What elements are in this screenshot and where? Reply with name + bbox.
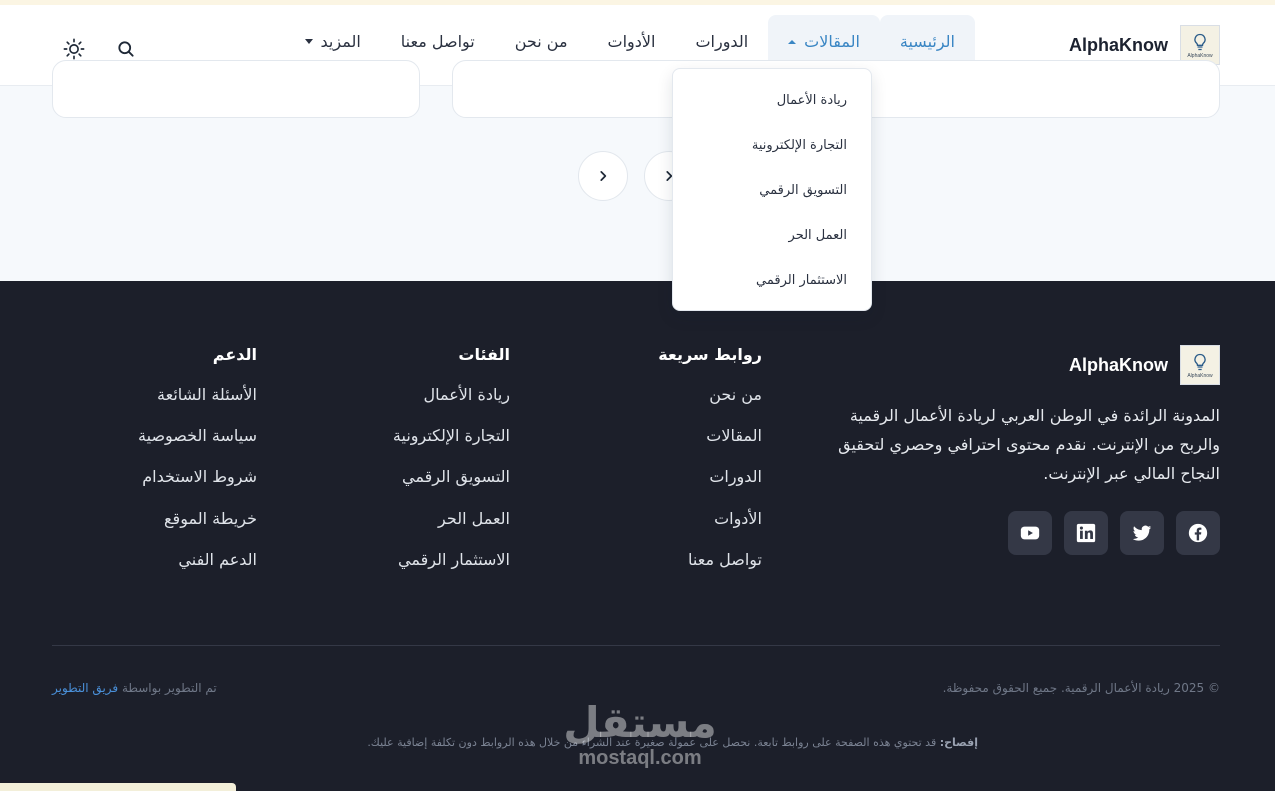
- footer-link[interactable]: الدعم الفني: [138, 550, 257, 591]
- browser-status-bar: [0, 783, 236, 791]
- footer-link[interactable]: سياسة الخصوصية: [138, 426, 257, 467]
- logo-caption: AlphaKnow: [1187, 52, 1213, 59]
- footer-column-title: الفئات: [458, 345, 510, 364]
- search-icon: [118, 41, 134, 57]
- social-links: [1008, 511, 1220, 555]
- footer-link[interactable]: الأسئلة الشائعة: [138, 385, 257, 426]
- pagination-next-button[interactable]: [578, 151, 628, 201]
- footer-link[interactable]: خريطة الموقع: [138, 509, 257, 550]
- dropdown-item-entrepreneurship[interactable]: ريادة الأعمال: [673, 78, 871, 123]
- youtube-link[interactable]: [1008, 511, 1052, 555]
- nav-item-label: المزيد: [320, 32, 361, 51]
- twitter-icon: [1132, 525, 1152, 541]
- facebook-link[interactable]: [1176, 511, 1220, 555]
- footer-link[interactable]: تواصل معنا: [658, 550, 762, 591]
- search-button[interactable]: [114, 37, 138, 61]
- footer-link[interactable]: الدورات: [658, 467, 762, 508]
- theme-toggle-button[interactable]: [62, 37, 86, 61]
- footer-support: الدعم الأسئلة الشائعة سياسة الخصوصية شرو…: [138, 345, 257, 591]
- linkedin-icon: [1076, 523, 1096, 543]
- footer-link[interactable]: شروط الاستخدام: [138, 467, 257, 508]
- footer-logo-image: AlphaKnow: [1180, 345, 1220, 385]
- nav-item-label: من نحن: [514, 32, 568, 51]
- linkedin-link[interactable]: [1064, 511, 1108, 555]
- site-footer: AlphaKnow AlphaKnow المدونة الرائدة في ا…: [0, 281, 1275, 791]
- nav-item-label: تواصل معنا: [400, 32, 475, 51]
- article-card[interactable]: [52, 60, 420, 118]
- footer-link[interactable]: الأدوات: [658, 509, 762, 550]
- site-logo[interactable]: AlphaKnow AlphaKnow: [1069, 25, 1220, 65]
- disclosure-label: إفصاح:: [939, 736, 978, 749]
- logo-caption: AlphaKnow: [1187, 372, 1213, 379]
- facebook-icon: [1188, 523, 1208, 543]
- chevron-right-icon: [600, 171, 607, 181]
- footer-link[interactable]: التسويق الرقمي: [393, 467, 510, 508]
- affiliate-disclosure: إفصاح: قد تحتوي هذه الصفحة على روابط تاب…: [294, 736, 978, 749]
- footer-link[interactable]: التجارة الإلكترونية: [393, 426, 510, 467]
- twitter-link[interactable]: [1120, 511, 1164, 555]
- disclosure-text: قد تحتوي هذه الصفحة على روابط تابعة. نحص…: [367, 736, 937, 749]
- footer-link[interactable]: من نحن: [658, 385, 762, 426]
- nav-item-label: المقالات: [804, 32, 860, 51]
- dropdown-item-digital-marketing[interactable]: التسويق الرقمي: [673, 168, 871, 213]
- footer-link[interactable]: ريادة الأعمال: [393, 385, 510, 426]
- lightbulb-icon: [1194, 33, 1206, 50]
- dropdown-item-ecommerce[interactable]: التجارة الإلكترونية: [673, 123, 871, 168]
- caret-down-icon: [304, 39, 313, 44]
- developer-team-link[interactable]: فريق التطوير: [52, 681, 118, 695]
- developer-credit-prefix: تم التطوير بواسطة: [121, 681, 217, 695]
- footer-brand-name: AlphaKnow: [1069, 354, 1168, 375]
- footer-logo[interactable]: AlphaKnow AlphaKnow: [1069, 345, 1220, 385]
- footer-link[interactable]: المقالات: [658, 426, 762, 467]
- brand-name: AlphaKnow: [1069, 34, 1168, 55]
- nav-item-label: الدورات: [695, 32, 749, 51]
- footer-column-title: الدعم: [212, 345, 257, 364]
- logo-image: AlphaKnow: [1180, 25, 1220, 65]
- footer-quick-links: روابط سريعة من نحن المقالات الدورات الأد…: [658, 345, 762, 591]
- dropdown-item-digital-investment[interactable]: الاستثمار الرقمي: [673, 258, 871, 303]
- footer-description: المدونة الرائدة في الوطن العربي لريادة ا…: [838, 406, 1220, 483]
- youtube-icon: [1020, 526, 1040, 540]
- caret-up-icon: [788, 39, 797, 44]
- nav-item-label: الأدوات: [607, 32, 656, 51]
- articles-dropdown-menu: ريادة الأعمال التجارة الإلكترونية التسوي…: [672, 68, 872, 311]
- dropdown-item-freelance[interactable]: العمل الحر: [673, 213, 871, 258]
- footer-link[interactable]: الاستثمار الرقمي: [393, 550, 510, 591]
- sun-icon: [63, 38, 85, 60]
- footer-link[interactable]: العمل الحر: [393, 509, 510, 550]
- footer-categories: الفئات ريادة الأعمال التجارة الإلكترونية…: [393, 345, 510, 591]
- footer-column-title: روابط سريعة: [658, 345, 762, 364]
- nav-item-label: الرئيسية: [899, 32, 955, 51]
- copyright-text: © 2025 ريادة الأعمال الرقمية. جميع الحقو…: [942, 681, 1220, 695]
- footer-divider: [52, 645, 1220, 646]
- lightbulb-icon: [1194, 353, 1206, 370]
- developer-credit: تم التطوير بواسطة فريق التطوير: [52, 681, 217, 695]
